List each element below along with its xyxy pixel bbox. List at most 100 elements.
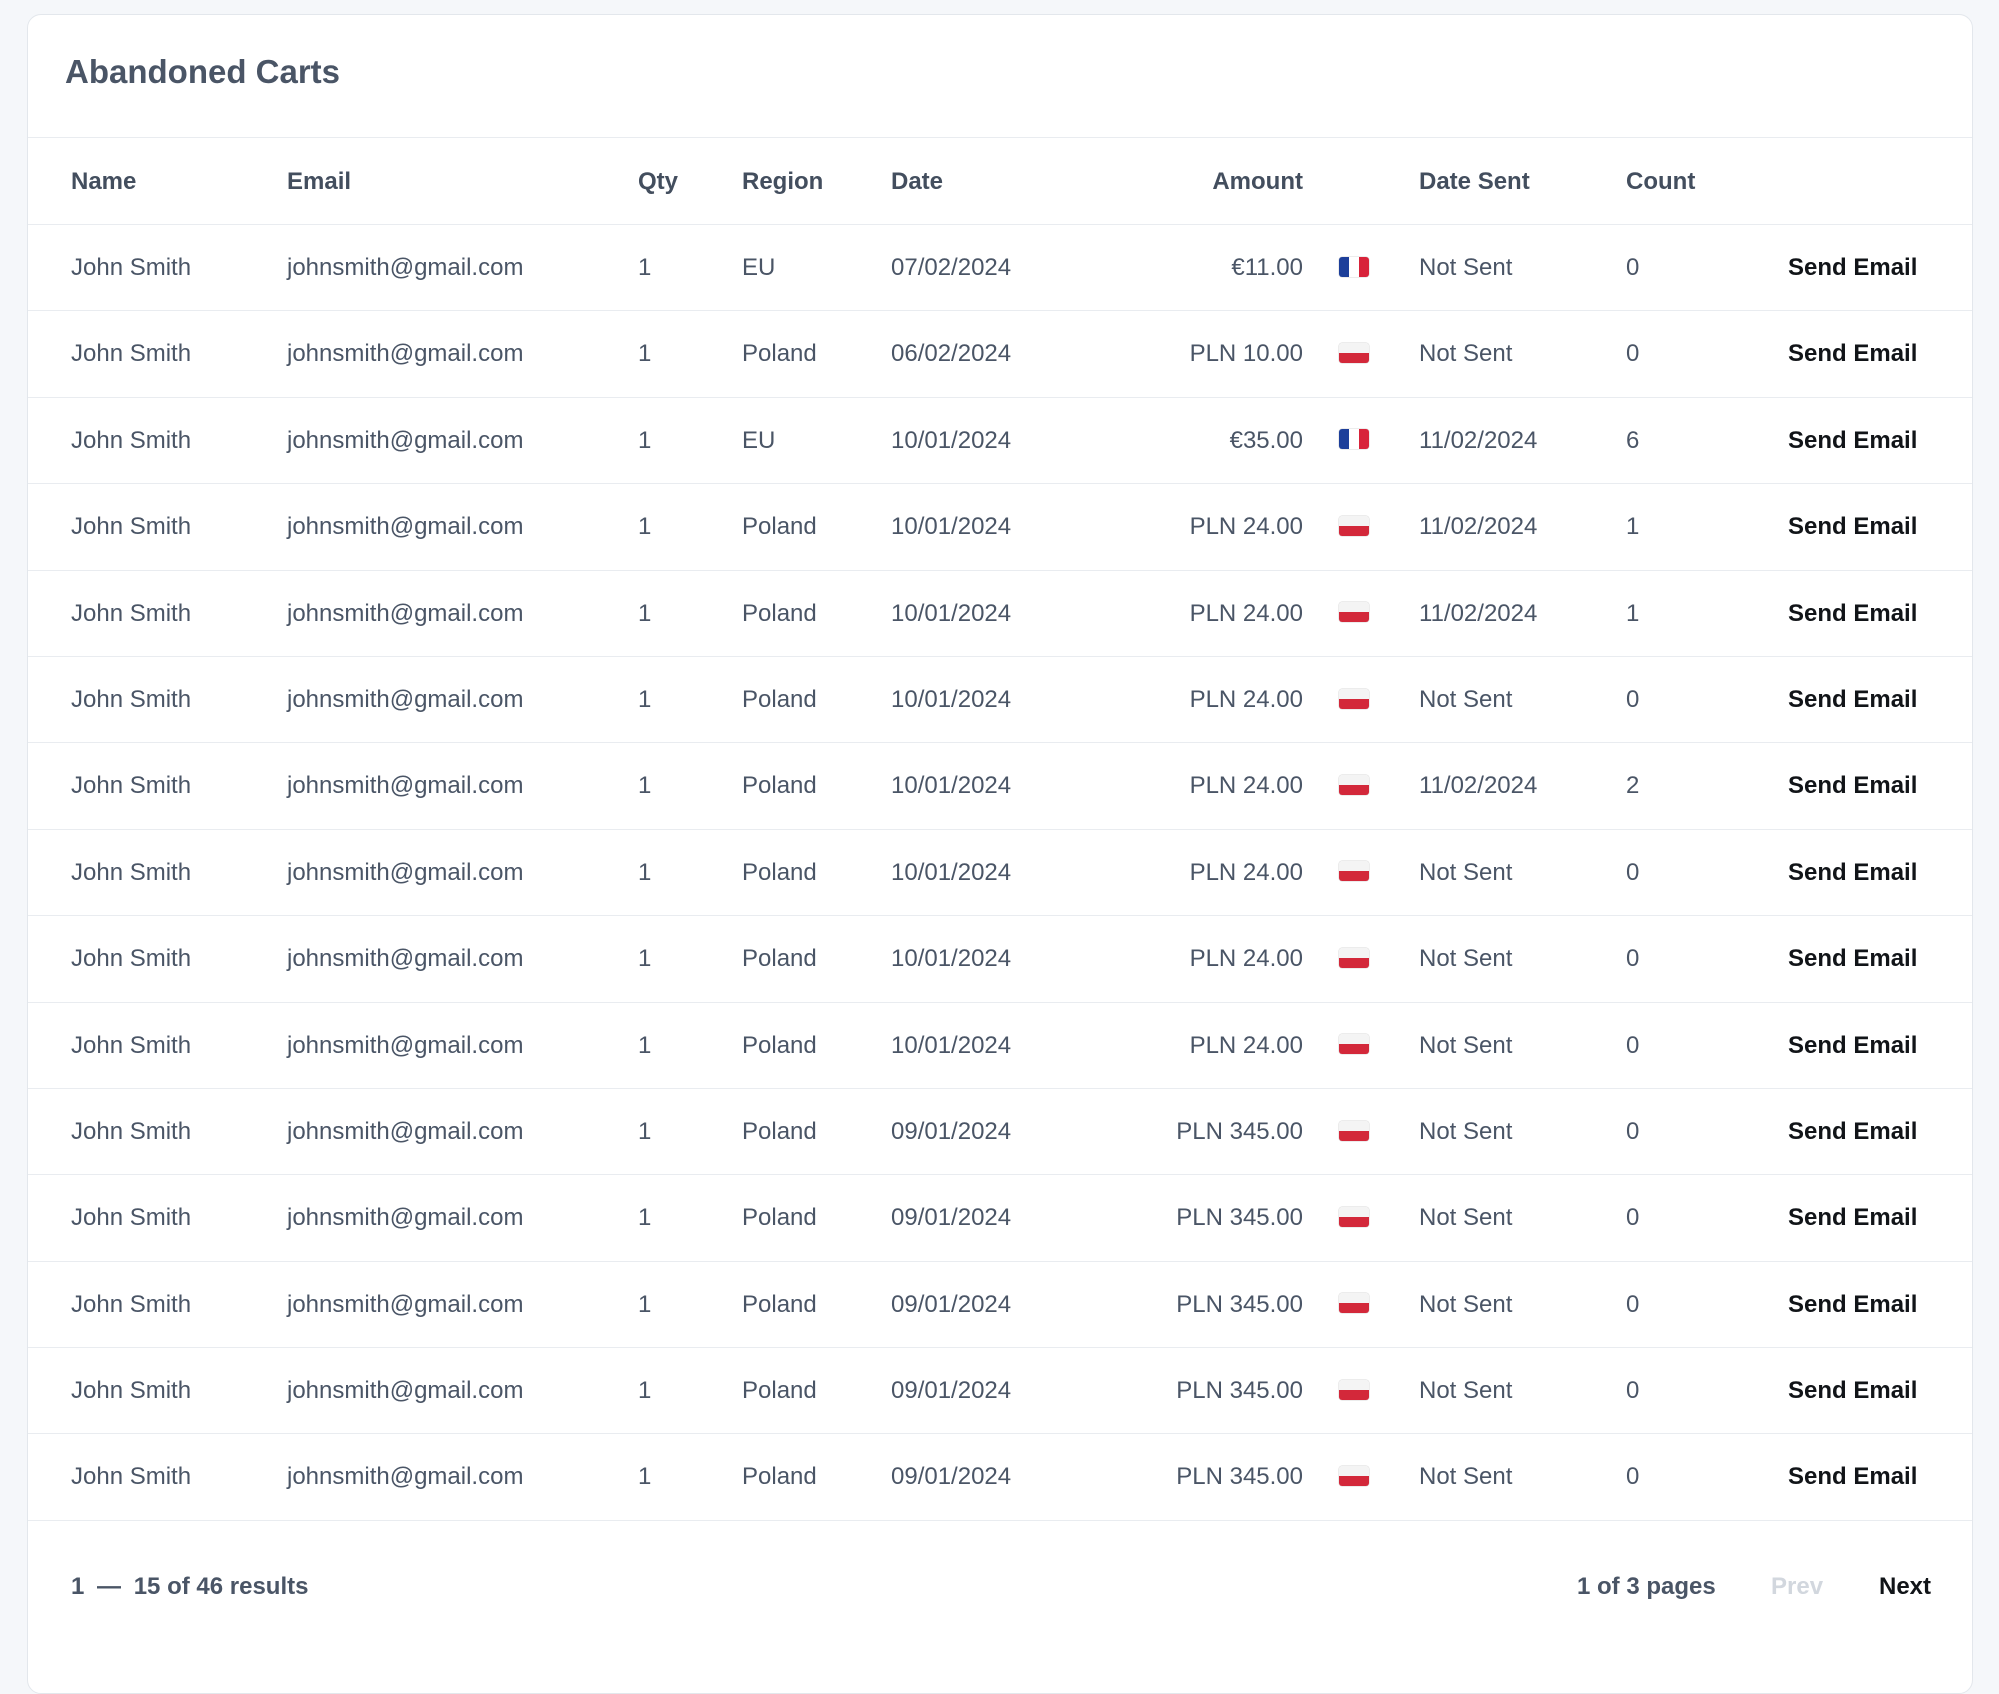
cell-flag [1339, 225, 1369, 311]
cell-count: 0 [1626, 685, 1640, 713]
send-email-button[interactable]: Send Email [1788, 657, 1917, 743]
cell-date-sent: 11/02/2024 [1419, 772, 1538, 800]
cell-qty: 1 [638, 1463, 652, 1491]
cell-date-sent: Not Sent [1419, 685, 1513, 713]
send-email-button[interactable]: Send Email [1788, 916, 1917, 1002]
cell-email: johnsmith@gmail.com [287, 1377, 524, 1405]
cell-email: johnsmith@gmail.com [287, 685, 524, 713]
table-row: John Smith johnsmith@gmail.com 1 Poland 09/0… [28, 1089, 1972, 1176]
table-row: John Smith johnsmith@gmail.com 1 Poland 06/0… [28, 311, 1972, 398]
send-email-button[interactable]: Send Email [1788, 1089, 1917, 1175]
cell-count: 1 [1626, 599, 1640, 627]
cell-date-sent: Not Sent [1419, 1377, 1513, 1405]
cell-date: 10/01/2024 [891, 426, 1012, 454]
column-header-date-sent: Date Sent [1419, 168, 1530, 195]
cell-amount: PLN 24.00 [1189, 1031, 1303, 1059]
send-email-button[interactable]: Send Email [1788, 571, 1917, 657]
table-row: John Smith johnsmith@gmail.com 1 Poland 10/0… [28, 916, 1972, 1003]
cell-region: Poland [742, 945, 817, 973]
cell-email: johnsmith@gmail.com [287, 1031, 524, 1059]
cell-email: johnsmith@gmail.com [287, 599, 524, 627]
cell-amount: PLN 10.00 [1189, 340, 1303, 368]
cell-count: 0 [1626, 1463, 1640, 1491]
cell-date-sent: Not Sent [1419, 945, 1513, 973]
cell-flag [1339, 1175, 1369, 1261]
poland-flag-icon [1339, 1034, 1369, 1055]
cell-qty: 1 [638, 513, 652, 541]
cell-action: Send Email [1788, 916, 1917, 1002]
cell-email: johnsmith@gmail.com [287, 1117, 524, 1145]
cell-date: 10/01/2024 [891, 685, 1012, 713]
cell-amount: PLN 24.00 [1189, 685, 1303, 713]
send-email-button[interactable]: Send Email [1788, 311, 1917, 397]
table-row: John Smith johnsmith@gmail.com 1 Poland 10/0… [28, 743, 1972, 830]
cell-count: 1 [1626, 513, 1640, 541]
cell-action: Send Email [1788, 311, 1917, 397]
pagination-footer: 1 — 15 of 46 results 1 of 3 pages Prev N… [28, 1521, 1972, 1652]
cell-email: johnsmith@gmail.com [287, 858, 524, 886]
send-email-button[interactable]: Send Email [1788, 484, 1917, 570]
column-header-qty: Qty [638, 168, 679, 195]
cell-qty: 1 [638, 858, 652, 886]
cell-count: 0 [1626, 1117, 1640, 1145]
cell-count: 0 [1626, 858, 1640, 886]
cell-name: John Smith [71, 945, 192, 973]
cell-qty: 1 [638, 1117, 652, 1145]
column-header-region: Region [742, 168, 824, 195]
send-email-button[interactable]: Send Email [1788, 1434, 1917, 1520]
cell-date: 10/01/2024 [891, 1031, 1012, 1059]
abandoned-carts-card: Abandoned Carts Name Email Qty Region Da… [27, 14, 1973, 1694]
cell-email: johnsmith@gmail.com [287, 1290, 524, 1318]
page-indicator: 1 of 3 pages [1577, 1572, 1716, 1600]
cell-date-sent: Not Sent [1419, 858, 1513, 886]
cell-name: John Smith [71, 1031, 192, 1059]
column-header-date: Date [891, 168, 944, 195]
cell-action: Send Email [1788, 398, 1917, 484]
send-email-button[interactable]: Send Email [1788, 743, 1917, 829]
send-email-button[interactable]: Send Email [1788, 1175, 1917, 1261]
poland-flag-icon [1339, 1293, 1369, 1314]
poland-flag-icon [1339, 515, 1369, 536]
cell-amount: PLN 24.00 [1189, 599, 1303, 627]
cell-qty: 1 [638, 340, 652, 368]
send-email-button[interactable]: Send Email [1788, 225, 1917, 311]
cell-amount: PLN 345.00 [1176, 1290, 1303, 1318]
results-range-dash: — [97, 1572, 122, 1600]
table-row: John Smith johnsmith@gmail.com 1 Poland 09/0… [28, 1262, 1972, 1349]
cell-name: John Smith [71, 1117, 192, 1145]
cell-email: johnsmith@gmail.com [287, 945, 524, 973]
cell-flag [1339, 1348, 1369, 1434]
poland-flag-icon [1339, 1379, 1369, 1400]
cell-action: Send Email [1788, 571, 1917, 657]
send-email-button[interactable]: Send Email [1788, 398, 1917, 484]
poland-flag-icon [1339, 861, 1369, 882]
results-range-start: 1 [71, 1572, 85, 1600]
cell-region: Poland [742, 599, 817, 627]
cell-date-sent: 11/02/2024 [1419, 513, 1538, 541]
cell-email: johnsmith@gmail.com [287, 513, 524, 541]
cell-flag [1339, 571, 1369, 657]
next-page-button[interactable]: Next [1879, 1521, 1931, 1652]
poland-flag-icon [1339, 602, 1369, 623]
cell-date-sent: Not Sent [1419, 1290, 1513, 1318]
cell-date-sent: Not Sent [1419, 1463, 1513, 1491]
cell-date-sent: 11/02/2024 [1419, 599, 1538, 627]
cell-count: 0 [1626, 1290, 1640, 1318]
cell-name: John Smith [71, 1204, 192, 1232]
cell-action: Send Email [1788, 830, 1917, 916]
cell-qty: 1 [638, 1290, 652, 1318]
cell-count: 0 [1626, 1031, 1640, 1059]
cell-email: johnsmith@gmail.com [287, 254, 524, 281]
cell-amount: PLN 24.00 [1189, 772, 1303, 800]
send-email-button[interactable]: Send Email [1788, 1262, 1917, 1348]
cell-flag [1339, 1089, 1369, 1175]
column-header-email: Email [287, 168, 352, 195]
cell-date: 09/01/2024 [891, 1463, 1012, 1491]
cell-count: 0 [1626, 1204, 1640, 1232]
send-email-button[interactable]: Send Email [1788, 1348, 1917, 1434]
poland-flag-icon [1339, 343, 1369, 364]
send-email-button[interactable]: Send Email [1788, 830, 1917, 916]
send-email-button[interactable]: Send Email [1788, 1003, 1917, 1089]
prev-page-button[interactable]: Prev [1771, 1521, 1823, 1652]
cell-date: 10/01/2024 [891, 858, 1012, 886]
